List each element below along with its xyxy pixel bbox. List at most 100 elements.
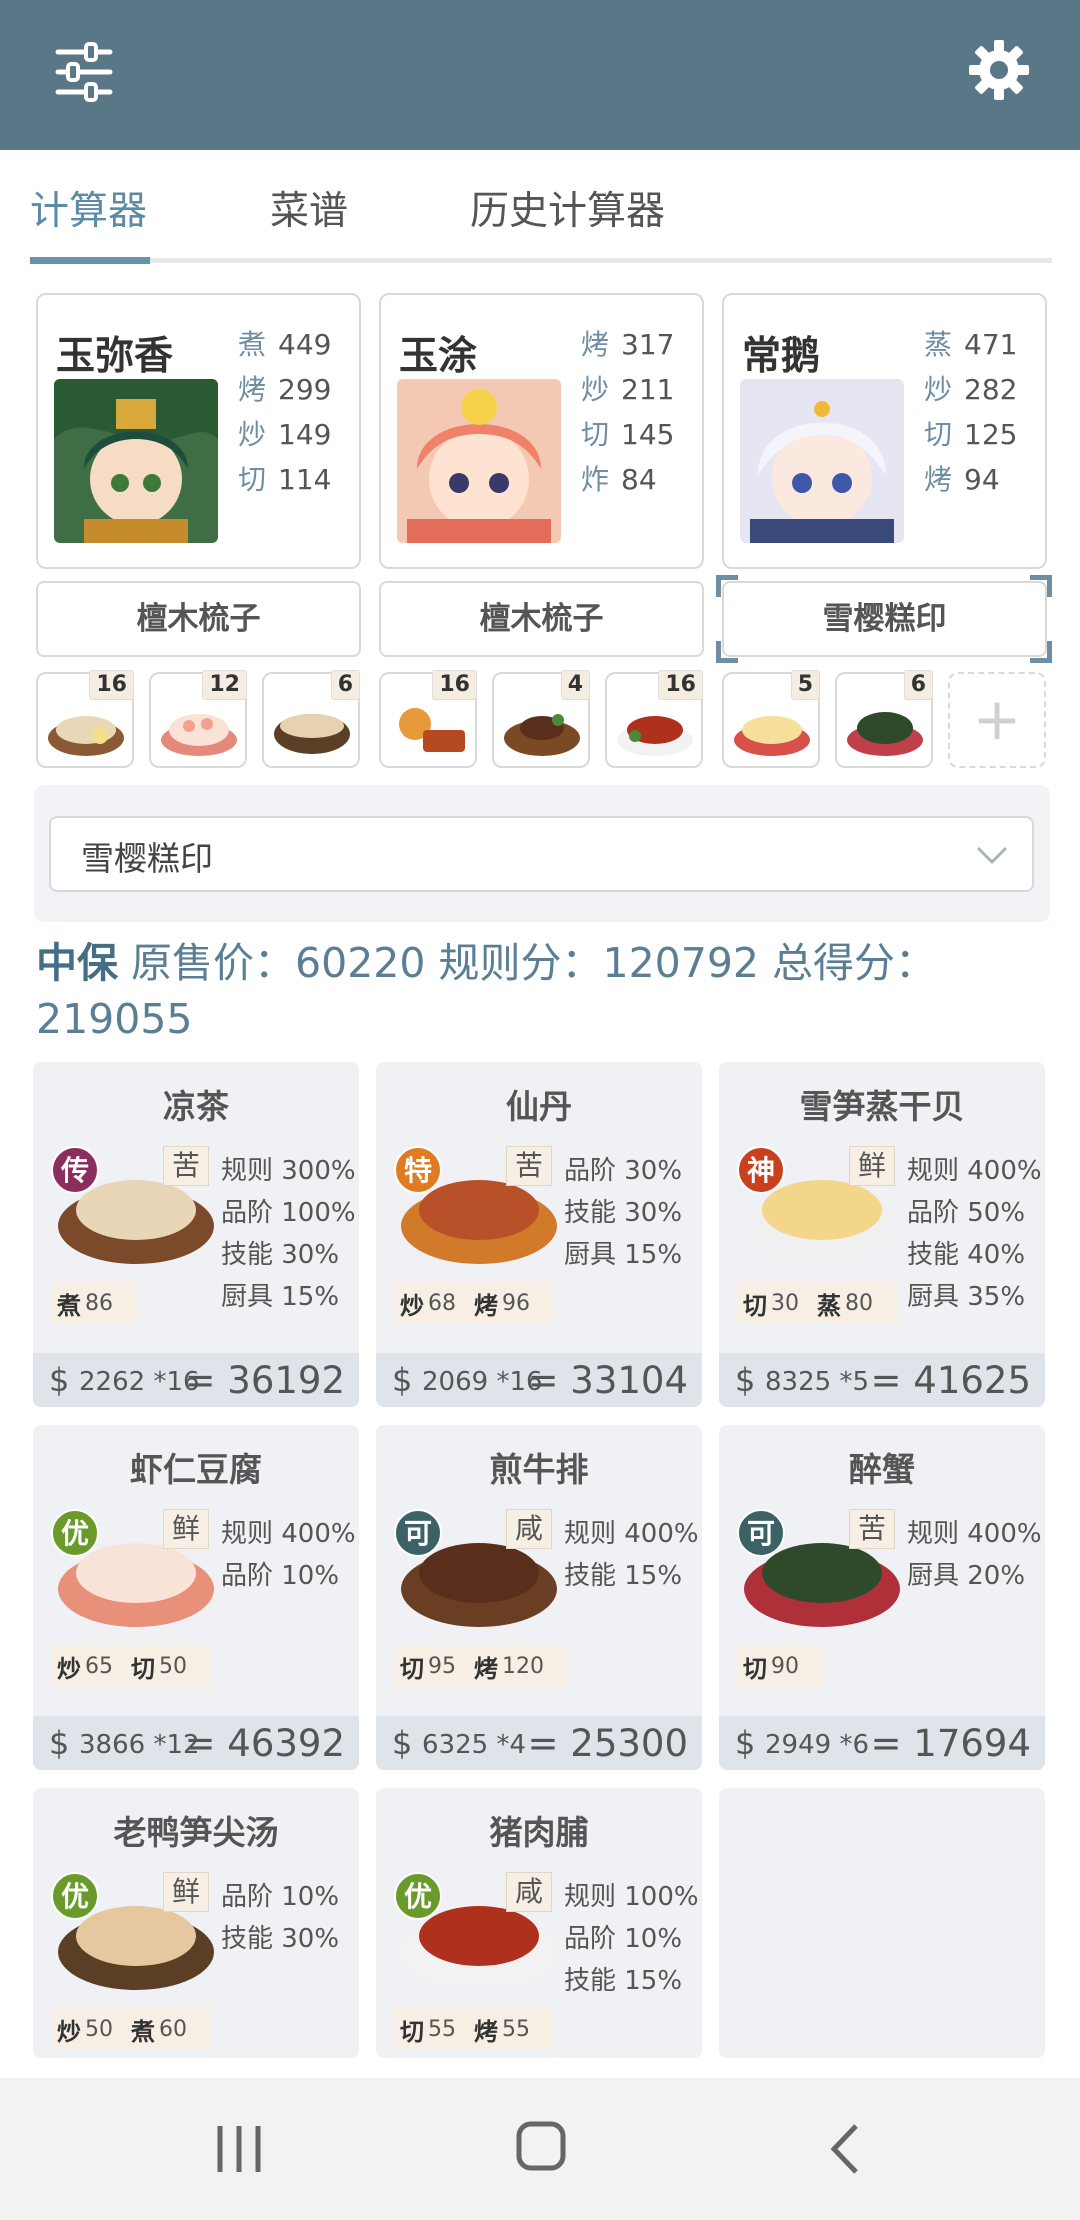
dish-taste-badge: 苦 [506,1146,552,1186]
skill-name: 炒 [57,2017,81,2046]
dish-title: 猪肉脯 [489,1813,589,1852]
chef-stat: 烤 317 [581,328,675,361]
back-icon[interactable] [826,2122,862,2176]
slot-count: 4 [560,670,590,700]
home-icon[interactable] [515,2120,567,2172]
equip-button[interactable]: 檀木梳子 [379,581,704,657]
dish-slot[interactable]: 16 [379,670,477,768]
bonus-line: 规则 400% [907,1519,1042,1549]
skill-name: 烤 [474,1291,498,1320]
dish-taste-badge: 鲜 [163,1872,209,1912]
dish-slot-icon [847,712,923,756]
dish-slot[interactable]: 5 [722,670,820,768]
dish-slot-icon [161,714,237,756]
skill-name: 切 [400,1654,424,1683]
equip-select[interactable]: 雪樱糕印 [49,816,1034,892]
equip-button-selected[interactable]: 雪樱糕印 [722,581,1047,657]
dish-skill-requirements: 切 95 烤 120 [394,1645,568,1687]
dish-result: = 41625 [870,1359,1031,1402]
dish-title: 煎牛排 [489,1450,589,1489]
bonus-line: 技能 30% [221,1240,340,1270]
dish-slot[interactable]: 12 [149,670,247,768]
dish-card[interactable]: 仙丹 特 苦 炒 68 烤 96 品阶 30% 技能 30% 厨具 15% $ 2069 … [376,1062,702,1407]
dish-card[interactable]: 虾仁豆腐 优 鲜 炒 65 切 50 规则 400% 品阶 10% $ 3866 *12… [33,1425,359,1770]
slot-count: 5 [790,670,820,700]
skill-value: 55 [428,2016,456,2042]
dish-taste-badge: 鲜 [849,1146,895,1186]
dish-slot[interactable]: 16 [36,670,134,768]
dish-slot[interactable]: 6 [835,670,933,768]
dish-slot-icon [274,714,350,754]
dish-slot[interactable]: 6 [262,670,360,768]
bonus-line: 规则 400% [907,1156,1042,1186]
add-dish-button[interactable]: + [948,672,1046,768]
dish-card[interactable]: 老鸭笋尖汤 优 鲜 炒 50 煮 60 品阶 10% 技能 30% [33,1788,359,2058]
dish-taste-badge: 鲜 [163,1509,209,1549]
chef-card[interactable]: 玉弥香 煮 449 烤 299 炒 149 切 114 [36,293,361,569]
tab-history-calculator[interactable]: 历史计算器 [470,180,665,236]
dish-total: $ 3866 *12 = 46392 [33,1716,359,1770]
dish-card[interactable]: 猪肉脯 优 咸 切 55 烤 55 规则 100% 品阶 10% 技能 15% [376,1788,702,2058]
dish-total: $ 8325 *5 = 41625 [719,1353,1045,1407]
selection-corner [716,575,738,597]
skill-name: 烤 [474,1654,498,1683]
dish-price: 6325 *4 [422,1730,526,1760]
dish-bonuses: 规则 300% 品阶 100% 技能 30% 厨具 15% [221,1150,356,1318]
dish-taste-badge: 咸 [506,1872,552,1912]
skill-value: 50 [159,1653,187,1679]
score-summary: 中保 原售价：60220 规则分：120792 总得分：219055 [36,935,1046,1047]
dish-skill-requirements: 切 30 蒸 80 [737,1282,897,1324]
chef-stat: 炒 149 [238,418,332,451]
dish-card[interactable]: 醉蟹 可 苦 切 90 规则 400% 厨具 20% $ 2949 *6 = 176… [719,1425,1045,1770]
slot-count: 6 [903,670,933,700]
sliders-icon[interactable] [52,40,116,104]
dish-slot[interactable]: 16 [605,670,703,768]
bonus-line: 厨具 35% [907,1282,1026,1312]
dish-card[interactable]: 煎牛排 可 咸 切 95 烤 120 规则 400% 技能 15% $ 6325 *4 … [376,1425,702,1770]
chef-card[interactable]: 玉涂 烤 317 炒 211 切 145 炸 84 [379,293,704,569]
dish-bonuses: 规则 400% 厨具 20% [907,1513,1042,1597]
dish-skill-requirements: 煮 86 [51,1282,137,1324]
dish-price: 3866 *12 [79,1730,200,1760]
chef-stats: 蒸 471 炒 282 切 125 烤 94 [924,323,1044,503]
bonus-line: 技能 30% [221,1924,340,1954]
dish-skill-requirements: 切 90 [737,1645,823,1687]
dish-result: = 17694 [870,1722,1031,1765]
tab-recipes[interactable]: 菜谱 [270,180,348,236]
dish-result: = 46392 [184,1722,345,1765]
skill-value: 80 [845,1290,873,1316]
summary-text: 原售价：60220 规则分：120792 总得分：219055 [36,939,937,1043]
chef-stats: 烤 317 炒 211 切 145 炸 84 [581,323,701,503]
slot-count: 16 [432,670,477,700]
slot-count: 16 [89,670,134,700]
bonus-line: 规则 400% [221,1519,356,1549]
dish-grade-badge: 优 [51,1872,99,1920]
chef-stat: 炸 84 [581,463,657,496]
gear-icon[interactable] [965,36,1033,104]
chef-name: 玉涂 [399,334,478,379]
chef-card[interactable]: 常鹅 蒸 471 炒 282 切 125 烤 94 [722,293,1047,569]
dish-total: $ 6325 *4 = 25300 [376,1716,702,1770]
bonus-line: 厨具 20% [907,1561,1026,1591]
chef-name: 玉弥香 [56,334,174,379]
recent-apps-icon[interactable] [214,2122,264,2176]
dish-slot-icon [504,714,580,756]
dish-grade-badge: 优 [51,1509,99,1557]
skill-value: 50 [85,2016,113,2042]
dish-card[interactable]: 凉茶 传 苦 煮 86 规则 300% 品阶 100% 技能 30% 厨具 15% $ … [33,1062,359,1407]
equip-button[interactable]: 檀木梳子 [36,581,361,657]
dish-total: $ 2949 *6 = 17694 [719,1716,1045,1770]
bonus-line: 品阶 30% [564,1156,683,1186]
dish-card[interactable]: 雪笋蒸干贝 神 鲜 切 30 蒸 80 规则 400% 品阶 50% 技能 40% 厨具 3… [719,1062,1045,1407]
bonus-line: 品阶 100% [221,1198,356,1228]
bonus-line: 规则 300% [221,1156,356,1186]
dish-title: 醉蟹 [849,1450,915,1489]
skill-value: 120 [502,1653,544,1679]
dish-slot[interactable]: 4 [492,670,590,768]
skill-name: 切 [400,2017,424,2046]
dish-skill-requirements: 炒 50 煮 60 [51,2008,211,2050]
tab-calculator[interactable]: 计算器 [30,180,147,236]
currency-symbol: $ [735,1361,756,1399]
dish-bonuses: 规则 400% 技能 15% [564,1513,699,1597]
skill-name: 切 [743,1654,767,1683]
